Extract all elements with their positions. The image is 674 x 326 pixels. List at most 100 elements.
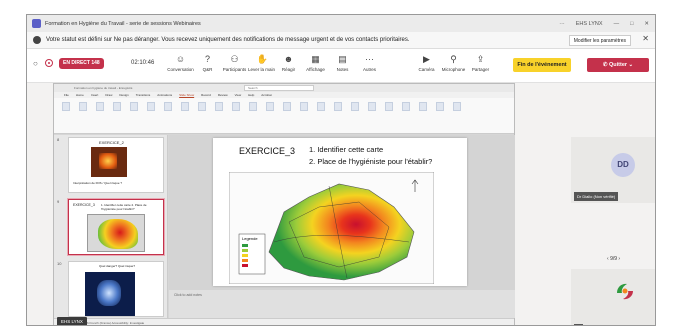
toolbar-button-label: Affichage [306,67,325,72]
ribbon-command-icon[interactable] [181,102,189,111]
ribbon-command-icon[interactable] [419,102,427,111]
ribbon-command-icon[interactable] [351,102,359,111]
teams-meeting-window: Formation en Hygiène du Travail - serie … [26,14,656,326]
chat-button[interactable]: ☺ Conversation [167,52,194,72]
qa-button[interactable]: ? Q&R [194,52,221,72]
pager-label: 9/9 [610,256,618,262]
radio-icon: ○ [33,59,38,68]
ribbon-command-icon[interactable] [249,102,257,111]
hand-button[interactable]: ✋ Lever la main [248,52,275,72]
slide-title: EXERCICE_3 [239,146,296,156]
hand-icon: ✋ [256,54,268,64]
modify-settings-button[interactable]: Modifier les paramètres [568,35,631,46]
slide-thumbnails: 8 EXERCICE_2 Interprétation de FDS / Que… [54,135,168,318]
thumb-map [87,214,145,252]
close-icon[interactable]: ✕ [644,21,649,27]
ribbon-command-icon[interactable] [130,102,138,111]
ribbon-command-icon[interactable] [436,102,444,111]
people-button[interactable]: ⚇ Participants [221,52,248,72]
camera-icon: ▶ [423,54,430,64]
toolbar-button-label: Caméra [418,67,435,72]
ribbon-command-icon[interactable] [300,102,308,111]
speaker-name-tag: EHS LYNX [57,317,87,325]
ribbon-command-icon[interactable] [232,102,240,111]
logo-tile[interactable]: ▣ [571,269,655,325]
ribbon-command-icon[interactable] [113,102,121,111]
more-options-icon[interactable]: ··· [559,21,565,27]
thumb-title: EXERCICE_3 [73,203,95,207]
ribbon-command-icon[interactable] [266,102,274,111]
toolbar-button-label: Réagir [281,67,296,72]
microphone-button[interactable]: ⚲ Microphone [440,52,467,72]
participant-pager[interactable]: ‹ 9/9 › [607,256,620,262]
thumbnail-slide-10[interactable]: Quel danger? Quel risque? [68,261,164,317]
end-event-button[interactable]: Fin de l'événement [513,58,571,72]
share-button[interactable]: ⇪ Partager [467,52,494,72]
camera-button[interactable]: ▶ Caméra [413,52,440,72]
thumb-number: 8 [57,137,60,142]
thumb-title: EXERCICE_2 [99,140,124,145]
ribbon-command-icon[interactable] [215,102,223,111]
toolbar-button-label: Lever la main [248,67,276,72]
ribbon-command-icon[interactable] [317,102,325,111]
toolbar-buttons: ☺ Conversation? Q&R ⚇ Participants ✋ Lever la … [167,52,494,72]
thumb-number: 10 [57,261,62,266]
banner-close-icon[interactable]: ✕ [642,34,649,43]
ribbon-command-icon[interactable] [96,102,104,111]
view-icon: ▦ [311,54,320,64]
ribbon-command-icon[interactable] [368,102,376,111]
microphone-icon: ⚲ [450,54,457,64]
share-icon: ⇪ [476,54,485,64]
more-icon: ··· [365,54,374,64]
meeting-toolbar: ○ EN DIRECT 148 02:10:46 ☺ Conversation? Q… [27,49,655,83]
react-icon: ☻ [283,54,294,64]
chat-icon: ☺ [175,54,186,64]
ribbon-command-icon[interactable] [334,102,342,111]
quit-button[interactable]: ✆ Quitter ⌄ [587,58,649,72]
live-badge: EN DIRECT 148 [59,58,104,69]
current-slide: EXERCICE_3 1. Identifier cette carte 2. … [213,138,467,286]
meeting-timer: 02:10:46 [131,60,155,66]
avatar: DD [611,153,635,177]
ribbon-command-icon[interactable] [79,102,87,111]
thumb-number: 9 [57,199,60,204]
ppt-search-input[interactable]: Search [244,85,314,91]
title-bar: Formation en Hygiène du Travail - serie … [27,15,655,32]
hazard-map-image: Legende [229,172,434,284]
toolbar-button-label: Q&R [202,67,213,72]
notes-icon: ▤ [338,54,347,64]
toolbar-button-label: Notes [336,67,349,72]
notes-button[interactable]: ▤ Notes [329,52,356,72]
ribbon-command-icon[interactable] [147,102,155,111]
toolbar-button-label: Microphone [441,67,466,72]
map-legend-title: Legende [242,236,258,241]
thumbnail-slide-9[interactable]: EXERCICE_3 1. Identifier cette carte 2. … [67,198,165,256]
ribbon-command-icon[interactable] [164,102,172,111]
thumb-image [85,272,135,316]
people-icon: ⚇ [230,54,239,64]
participant-tile[interactable]: DD Dr Diallo (Non vérifié) [571,137,655,203]
more-button[interactable]: ··· Autres [356,52,383,72]
user-name[interactable]: EHS LYNX [576,21,603,27]
ribbon-command-icon[interactable] [402,102,410,111]
ribbon-command-icon[interactable] [198,102,206,111]
do-not-disturb-icon [33,36,41,44]
thumb-caption: 1. Identifier cette carte 2. Place de l'… [101,203,147,211]
react-button[interactable]: ☻ Réagir [275,52,302,72]
view-button[interactable]: ▦ Affichage [302,52,329,72]
ppt-ribbon [54,98,514,134]
ribbon-command-icon[interactable] [385,102,393,111]
quit-label: Quitter [608,62,628,68]
question-1: 1. Identifier cette carte [309,145,384,154]
notes-pane[interactable]: Click to add notes [169,290,516,318]
maximize-icon[interactable]: □ [630,21,633,27]
ppt-status-bar: Slide 9 of 16 French (France) Accessibil… [54,318,514,325]
toolbar-button-label: Participants [222,67,247,72]
thumbnail-slide-8[interactable]: EXERCICE_2 Interprétation de FDS / Quel … [68,137,164,193]
toolbar-button-label: Partager [471,67,490,72]
ribbon-command-icon[interactable] [62,102,70,111]
minimize-icon[interactable]: — [614,21,620,27]
ribbon-command-icon[interactable] [283,102,291,111]
ribbon-command-icon[interactable] [453,102,461,111]
question-2: 2. Place de l'hygiéniste pour l'établir? [309,157,433,166]
